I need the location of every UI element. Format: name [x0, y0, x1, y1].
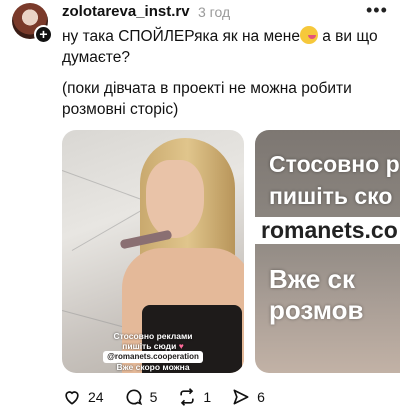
media2-line2: пишіть ско: [269, 183, 393, 209]
heart-outline-icon: [65, 391, 79, 405]
like-button[interactable]: 24: [62, 387, 104, 407]
media-image-1[interactable]: Стосовно реклами пишіть сюди ♥ @romanets…: [62, 130, 244, 373]
post-time: 3 год: [198, 4, 231, 20]
repost-icon: [180, 388, 195, 406]
person-face: [146, 160, 204, 238]
media1-caption-line2: пишіть сюди: [122, 341, 177, 351]
share-count: 6: [257, 389, 265, 405]
post-text-line1: ну така СПОЙЛЕРяка як на мене: [62, 28, 300, 45]
shush-emoji-icon: [299, 26, 318, 44]
username[interactable]: zolotareva_inst.rv: [62, 3, 190, 20]
media2-line5: розмов: [269, 295, 364, 325]
post-text-line2: (поки дівчата в проекті не можна робити …: [62, 80, 352, 118]
follow-plus-icon[interactable]: +: [34, 25, 53, 44]
comment-icon: [126, 389, 142, 406]
send-icon: [233, 389, 249, 405]
like-count: 24: [88, 389, 104, 405]
avatar-container[interactable]: +: [12, 3, 53, 44]
media1-caption: Стосовно реклами пишіть сюди ♥ @romanets…: [62, 331, 244, 363]
media2-line4: Вже ск: [269, 264, 356, 294]
media2-link: romanets.co: [255, 217, 400, 244]
media1-caption-bottom: Вже скоро можна: [116, 362, 190, 372]
heart-icon: ♥: [178, 341, 184, 351]
media2-line1: Стосовно р: [269, 151, 400, 177]
share-button[interactable]: 6: [231, 387, 265, 407]
more-horizontal-icon[interactable]: •••: [366, 0, 388, 21]
post-text: ну така СПОЙЛЕРяка як на мене а ви що ду…: [62, 26, 392, 130]
media-image-2[interactable]: Стосовно р пишіть ско romanets.co Вже ск…: [255, 130, 400, 373]
comment-count: 5: [149, 389, 158, 405]
comment-button[interactable]: 5: [124, 387, 158, 407]
action-bar: 24 5 1 6: [62, 386, 285, 408]
repost-button[interactable]: 1: [177, 387, 211, 407]
media1-caption-line1: Стосовно реклами: [113, 331, 193, 341]
repost-count: 1: [203, 389, 212, 405]
